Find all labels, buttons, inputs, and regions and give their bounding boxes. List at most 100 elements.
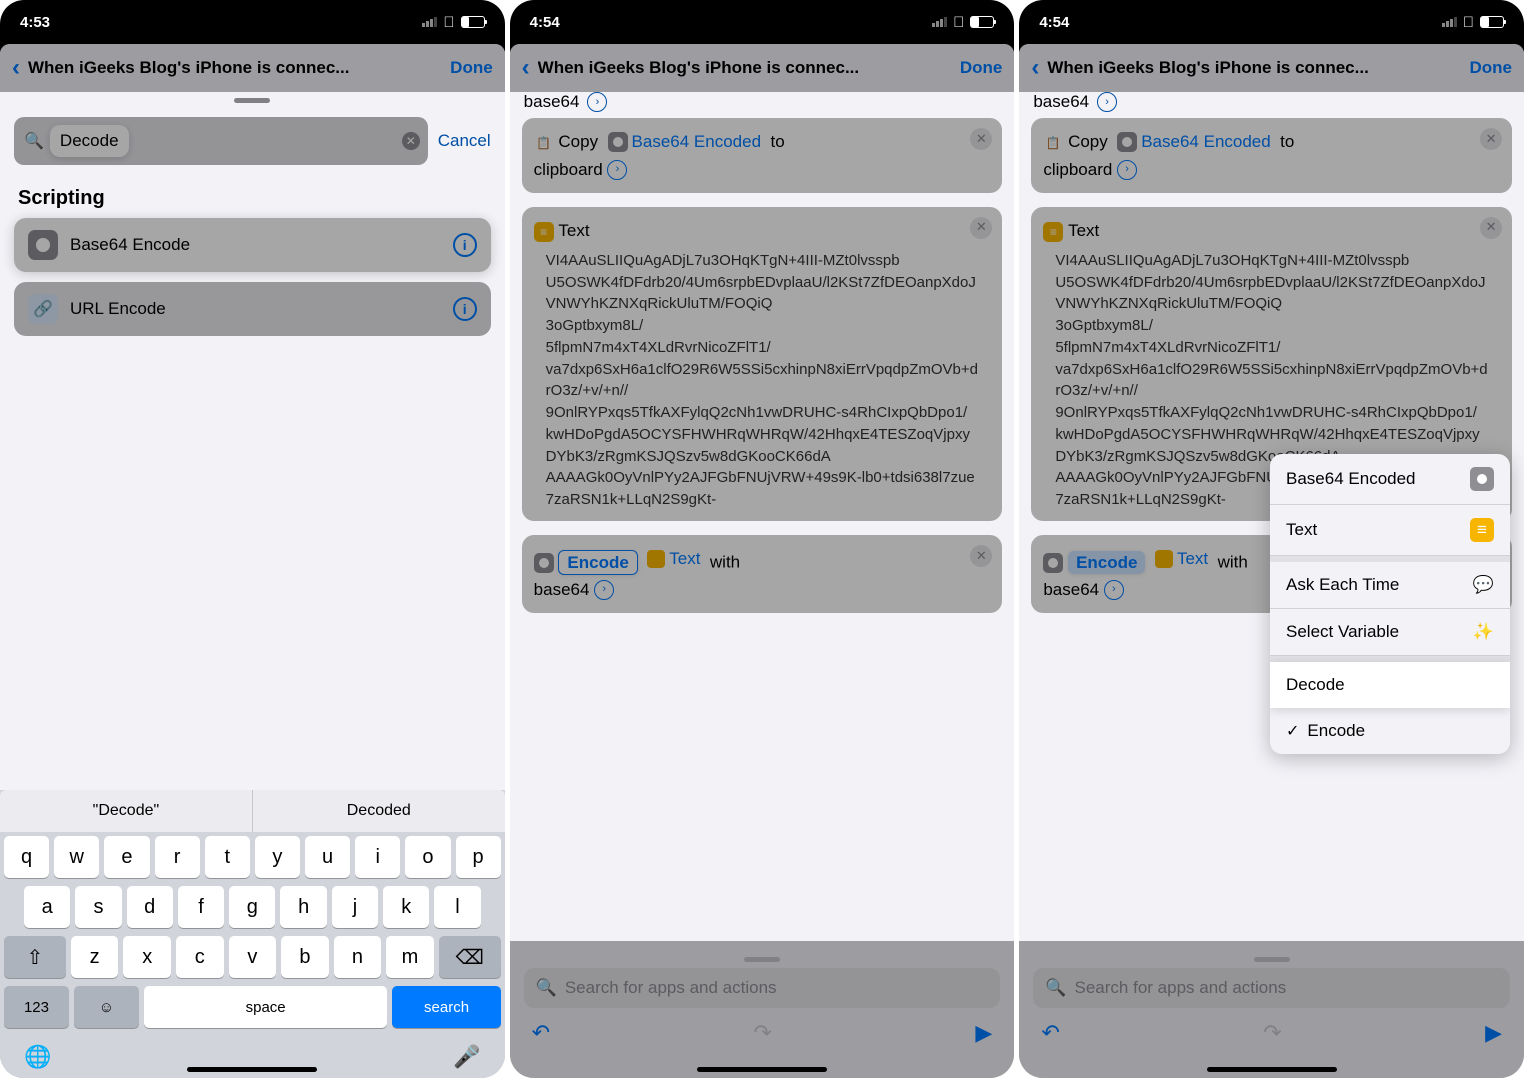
redo-button: ↷ [1263,1020,1281,1046]
encode-param[interactable]: Encode [558,550,637,575]
key-e[interactable]: e [104,836,149,878]
suggestion[interactable]: Decoded [253,790,505,832]
key-t[interactable]: t [205,836,250,878]
menu-item-base64-encoded[interactable]: Base64 Encoded [1270,454,1510,505]
back-button[interactable]: ‹ [522,54,530,82]
search-icon: 🔍 [1045,978,1066,998]
home-indicator[interactable] [697,1067,827,1072]
search-key[interactable]: search [392,986,500,1028]
expand-icon[interactable]: › [587,92,607,112]
space-key[interactable]: space [144,986,388,1028]
key-b[interactable]: b [281,936,329,978]
key-l[interactable]: l [434,886,480,928]
key-r[interactable]: r [155,836,200,878]
key-p[interactable]: p [456,836,501,878]
clear-icon[interactable]: ✕ [402,132,420,150]
mic-icon[interactable]: 🎤 [453,1044,480,1070]
keyboard[interactable]: "Decode" Decoded qwertyuiop asdfghjkl ⇧ … [0,790,505,1078]
search-actions[interactable]: 🔍 Search for apps and actions [524,968,1001,1008]
info-icon[interactable]: i [453,233,477,257]
text-content[interactable]: VI4AAuSLIIQuAgADjL7u3OHqKTgN+4III-MZt0lv… [534,244,991,521]
run-button[interactable]: ▶ [975,1020,992,1046]
emoji-key[interactable]: ☺ [74,986,139,1028]
menu-item-ask-each-time[interactable]: Ask Each Time 💬 [1270,562,1510,609]
expand-icon[interactable]: › [607,160,627,180]
done-button[interactable]: Done [450,58,493,78]
action-url-encode[interactable]: 🔗 URL Encode i [14,282,491,336]
encode-param[interactable]: Encode [1068,551,1145,574]
key-z[interactable]: z [71,936,119,978]
key-f[interactable]: f [178,886,224,928]
key-n[interactable]: n [334,936,382,978]
text-variable[interactable]: Text [1155,545,1208,572]
key-g[interactable]: g [229,886,275,928]
home-indicator[interactable] [1207,1067,1337,1072]
variable-base64-encoded[interactable]: Base64 Encoded [1141,128,1271,155]
variable-base64-encoded[interactable]: Base64 Encoded [632,128,762,155]
back-button[interactable]: ‹ [1031,54,1039,82]
encode-action-block[interactable]: ✕ Encode Text with base64 › [522,535,1003,613]
action-base64-encode[interactable]: Base64 Encode i [14,218,491,272]
expand-icon[interactable]: › [594,580,614,600]
variable-icon [1470,467,1494,491]
key-y[interactable]: y [255,836,300,878]
done-button[interactable]: Done [1470,58,1513,78]
menu-item-encode[interactable]: ✓ Encode [1270,708,1510,754]
delete-key[interactable]: ⌫ [439,936,501,978]
globe-icon[interactable]: 🌐 [24,1044,51,1070]
expand-icon[interactable]: › [1117,160,1137,180]
copy-action-block[interactable]: ✕ 📋 Copy Base64 Encoded to clipboard › [1031,118,1512,193]
close-icon[interactable]: ✕ [970,128,992,150]
grabber[interactable] [234,98,270,103]
text-variable[interactable]: Text [647,545,700,572]
grabber[interactable] [1254,957,1290,962]
key-h[interactable]: h [280,886,326,928]
script-icon [534,553,554,573]
shift-key[interactable]: ⇧ [4,936,66,978]
menu-item-text[interactable]: Text ≡ [1270,505,1510,556]
undo-button[interactable]: ↶ [532,1020,550,1046]
search-field[interactable]: 🔍 Decode ✕ [14,117,428,165]
key-d[interactable]: d [127,886,173,928]
wifi-icon: 􀙇 [953,14,964,31]
copy-action-block[interactable]: ✕ 📋 Copy Base64 Encoded to clipboard › [522,118,1003,193]
back-button[interactable]: ‹ [12,54,20,82]
home-indicator[interactable] [187,1067,317,1072]
nav-bar: ‹ When iGeeks Blog's iPhone is connec...… [510,44,1015,92]
undo-button[interactable]: ↶ [1041,1020,1059,1046]
grabber[interactable] [744,957,780,962]
encode-param-menu: Base64 Encoded Text ≡ Ask Each Time 💬 Se… [1270,454,1510,754]
suggestion[interactable]: "Decode" [0,790,253,832]
menu-item-select-variable[interactable]: Select Variable ✨ [1270,609,1510,656]
key-x[interactable]: x [123,936,171,978]
key-c[interactable]: c [176,936,224,978]
close-icon[interactable]: ✕ [970,545,992,567]
key-w[interactable]: w [54,836,99,878]
info-icon[interactable]: i [453,297,477,321]
numbers-key[interactable]: 123 [4,986,69,1028]
close-icon[interactable]: ✕ [970,217,992,239]
key-a[interactable]: a [24,886,70,928]
expand-icon[interactable]: › [1104,580,1124,600]
done-button[interactable]: Done [960,58,1003,78]
key-i[interactable]: i [355,836,400,878]
key-s[interactable]: s [75,886,121,928]
search-icon: 🔍 [24,131,44,151]
key-k[interactable]: k [383,886,429,928]
close-icon[interactable]: ✕ [1480,217,1502,239]
close-icon[interactable]: ✕ [1480,128,1502,150]
run-button[interactable]: ▶ [1485,1020,1502,1046]
text-action-block[interactable]: ✕ ≡ Text VI4AAuSLIIQuAgADjL7u3OHqKTgN+4I… [522,207,1003,521]
key-m[interactable]: m [386,936,434,978]
key-q[interactable]: q [4,836,49,878]
expand-icon[interactable]: › [1097,92,1117,112]
key-j[interactable]: j [332,886,378,928]
menu-item-decode[interactable]: Decode [1270,662,1510,708]
keyboard-suggestions[interactable]: "Decode" Decoded [0,790,505,832]
clock: 4:54 [530,14,560,31]
search-actions[interactable]: 🔍 Search for apps and actions [1033,968,1510,1008]
key-u[interactable]: u [305,836,350,878]
key-o[interactable]: o [405,836,450,878]
key-v[interactable]: v [229,936,277,978]
cancel-button[interactable]: Cancel [438,131,491,151]
